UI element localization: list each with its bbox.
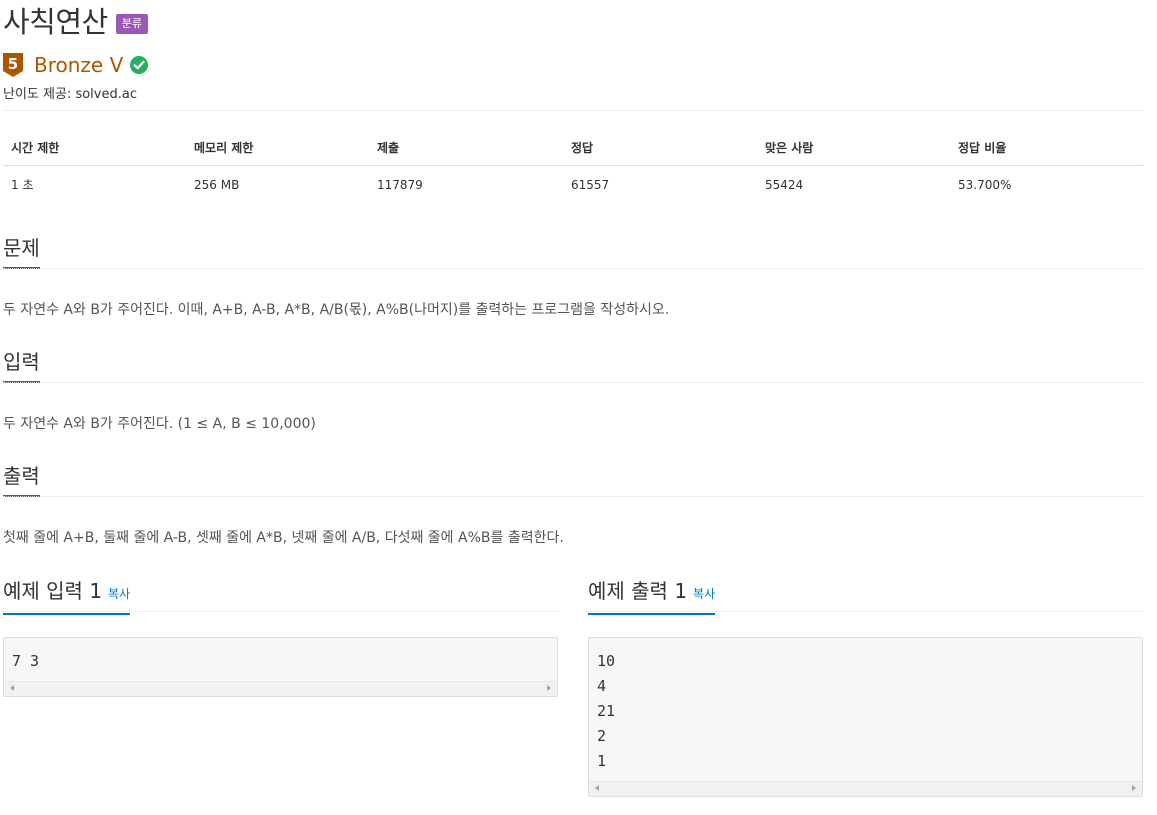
input-heading: 입력 bbox=[3, 349, 40, 383]
horizontal-scrollbar[interactable] bbox=[4, 681, 557, 696]
sample-output-title: 예제 출력 1 bbox=[588, 579, 688, 603]
sample-line: 2 bbox=[597, 727, 607, 745]
sample-line: 1 bbox=[597, 752, 607, 770]
sample-output-box[interactable]: 10 4 21 2 1 bbox=[588, 637, 1143, 797]
copy-sample-output-button[interactable]: 복사 bbox=[693, 587, 715, 601]
sample-output-lines: 10 4 21 2 1 bbox=[589, 638, 1142, 774]
tier-name[interactable]: Bronze V bbox=[34, 53, 123, 77]
header-time-limit: 시간 제한 bbox=[3, 130, 186, 166]
value-memory-limit: 256 MB bbox=[194, 177, 240, 192]
section-divider bbox=[3, 382, 1143, 383]
stats-value-row: 1 초 256 MB 117879 61557 55424 53.700% bbox=[3, 166, 1143, 204]
sample-line: 10 bbox=[597, 652, 616, 670]
value-submissions: 117879 bbox=[377, 177, 423, 192]
sample-line: 4 bbox=[597, 677, 607, 695]
sample-input-heading: 예제 입력 1 복사 bbox=[3, 578, 131, 615]
solved-check-icon bbox=[130, 56, 149, 74]
tier-row: 5 Bronze V bbox=[3, 53, 149, 77]
scroll-left-arrow-icon[interactable] bbox=[10, 685, 14, 691]
scroll-right-arrow-icon[interactable] bbox=[1132, 785, 1136, 791]
scroll-left-arrow-icon[interactable] bbox=[595, 785, 599, 791]
difficulty-provider: 난이도 제공: solved.ac bbox=[3, 87, 137, 102]
sample-line: 7 3 bbox=[12, 652, 40, 670]
stats-header-row: 시간 제한 메모리 제한 제출 정답 맞은 사람 정답 비율 bbox=[3, 130, 1143, 166]
sample-input-lines: 7 3 bbox=[4, 638, 557, 674]
section-divider bbox=[3, 268, 1143, 269]
section-divider bbox=[588, 611, 1143, 612]
value-solvers: 55424 bbox=[765, 177, 804, 192]
scroll-right-arrow-icon[interactable] bbox=[547, 685, 551, 691]
problem-page: 사칙연산 분류 5 Bronze V 난이도 제공: solved.ac 시간 … bbox=[0, 0, 1157, 815]
section-divider bbox=[3, 611, 558, 612]
output-heading: 출력 bbox=[3, 463, 40, 497]
input-section-header: 입력 bbox=[3, 349, 1143, 383]
header-submissions: 제출 bbox=[369, 130, 563, 166]
horizontal-scrollbar[interactable] bbox=[589, 781, 1142, 796]
description-text: 두 자연수 A와 B가 주어진다. 이때, A+B, A-B, A*B, A/B… bbox=[3, 302, 670, 318]
sample-input-box[interactable]: 7 3 bbox=[3, 637, 558, 697]
divider bbox=[3, 110, 1143, 111]
copy-sample-input-button[interactable]: 복사 bbox=[108, 587, 130, 601]
problem-title: 사칙연산 bbox=[3, 5, 108, 39]
category-badge[interactable]: 분류 bbox=[115, 14, 148, 34]
section-divider bbox=[3, 496, 1143, 497]
value-time-limit: 1 초 bbox=[11, 178, 34, 192]
sample-output-header: 예제 출력 1 복사 bbox=[588, 578, 1143, 615]
sample-line: 21 bbox=[597, 702, 616, 720]
title-row: 사칙연산 분류 bbox=[3, 4, 148, 40]
description-heading: 문제 bbox=[3, 235, 40, 269]
header-accepted: 정답 bbox=[563, 130, 757, 166]
description-section-header: 문제 bbox=[3, 235, 1143, 269]
header-accept-ratio: 정답 비율 bbox=[950, 130, 1143, 166]
sample-input-header: 예제 입력 1 복사 bbox=[3, 578, 558, 615]
header-solvers: 맞은 사람 bbox=[757, 130, 950, 166]
input-text: 두 자연수 A와 B가 주어진다. (1 ≤ A, B ≤ 10,000) bbox=[3, 416, 316, 432]
output-section-header: 출력 bbox=[3, 463, 1143, 497]
output-text: 첫째 줄에 A+B, 둘째 줄에 A-B, 셋째 줄에 A*B, 넷째 줄에 A… bbox=[3, 530, 564, 546]
problem-stats-table: 시간 제한 메모리 제한 제출 정답 맞은 사람 정답 비율 1 초 256 M… bbox=[3, 130, 1143, 203]
sample-output-heading: 예제 출력 1 복사 bbox=[588, 578, 716, 615]
tier-level-text: 5 bbox=[8, 55, 18, 73]
sample-input-title: 예제 입력 1 bbox=[3, 579, 103, 603]
bronze-tier-icon: 5 bbox=[3, 53, 23, 77]
value-accept-ratio: 53.700% bbox=[958, 177, 1012, 192]
header-memory-limit: 메모리 제한 bbox=[186, 130, 369, 166]
value-accepted: 61557 bbox=[571, 177, 610, 192]
